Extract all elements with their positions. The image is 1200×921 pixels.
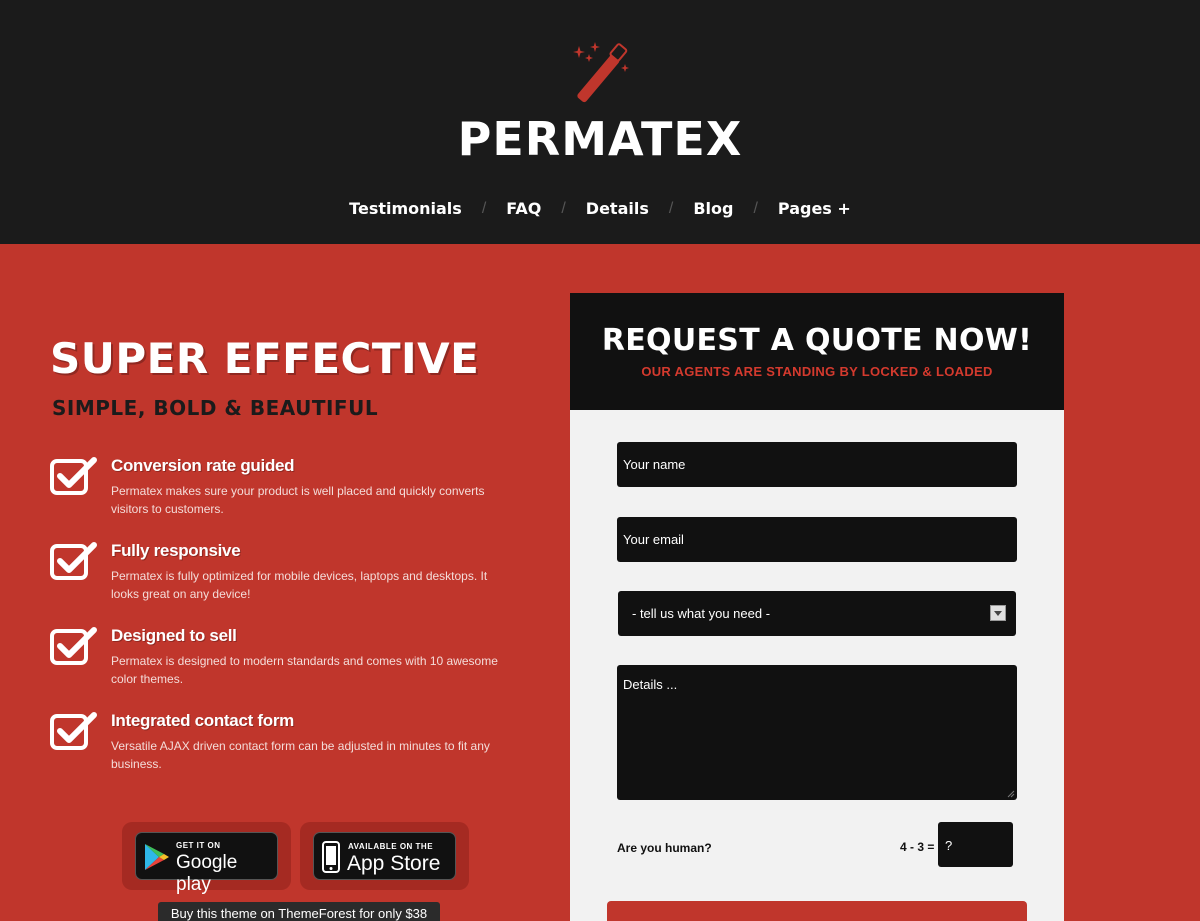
email-placeholder: Your email xyxy=(623,532,684,547)
nav-item-faq[interactable]: FAQ xyxy=(506,197,541,220)
nav-separator: / xyxy=(668,199,674,217)
google-play-small-text: GET IT ON xyxy=(176,841,221,850)
nav-separator: / xyxy=(481,199,487,217)
feature-description: Permatex is fully optimized for mobile d… xyxy=(111,569,488,601)
iphone-icon xyxy=(322,841,340,873)
brand-logo-text: PERMATEX xyxy=(457,112,743,166)
captcha-question: 4 - 3 = xyxy=(900,840,935,854)
need-select-value: - tell us what you need - xyxy=(632,606,771,621)
get-quote-button[interactable] xyxy=(607,901,1027,921)
feature-description: Permatex is designed to modern standards… xyxy=(111,654,498,686)
chevron-down-icon xyxy=(990,605,1006,621)
google-play-button[interactable]: GET IT ON Google play xyxy=(122,822,291,895)
resize-handle-icon[interactable] xyxy=(1007,790,1015,798)
feature-description: Permatex makes sure your product is well… xyxy=(111,484,485,516)
name-placeholder: Your name xyxy=(623,457,686,472)
nav-separator: / xyxy=(561,199,566,217)
feature-title: Designed to sell xyxy=(111,626,237,645)
feature-description: Versatile AJAX driven contact form can b… xyxy=(111,739,490,771)
captcha-input[interactable]: ? xyxy=(938,822,1013,867)
quote-subtitle: OUR AGENTS ARE STANDING BY LOCKED & LOAD… xyxy=(641,364,993,379)
app-store-small-text: AVAILABLE ON THE xyxy=(348,842,434,851)
nav-item-testimonials[interactable]: Testimonials xyxy=(349,197,462,220)
google-play-big-text: Google play xyxy=(176,852,238,895)
checkbox-check-icon xyxy=(50,542,97,580)
site-header: PERMATEX Testimonials / FAQ / Details / … xyxy=(0,0,1200,244)
nav-item-blog[interactable]: Blog xyxy=(693,197,733,220)
app-store-badge: AVAILABLE ON THE App Store xyxy=(313,832,456,880)
feature-title: Conversion rate guided xyxy=(111,456,295,475)
quote-title: REQUEST A QUOTE NOW! xyxy=(601,323,1033,358)
nav-item-details[interactable]: Details xyxy=(586,197,649,220)
details-placeholder: Details ... xyxy=(623,677,678,692)
hero-title: SUPER EFFECTIVE xyxy=(50,334,480,383)
main-nav: Testimonials / FAQ / Details / Blog / Pa… xyxy=(0,197,1200,220)
buy-theme-bar[interactable]: Buy this theme on ThemeForest for only $… xyxy=(158,902,440,921)
email-field[interactable]: Your email xyxy=(617,517,1017,562)
nav-item-pages[interactable]: Pages + xyxy=(778,197,851,220)
google-play-badge: GET IT ON Google play xyxy=(135,832,278,895)
magic-wand-icon xyxy=(573,42,629,103)
app-store-big-text: App Store xyxy=(347,852,441,875)
checkbox-check-icon xyxy=(50,627,97,665)
human-label: Are you human? xyxy=(617,841,712,855)
checkbox-check-icon xyxy=(50,712,97,750)
quote-header: REQUEST A QUOTE NOW! OUR AGENTS ARE STAN… xyxy=(570,293,1064,410)
captcha-placeholder: ? xyxy=(945,838,953,853)
hero-subtitle: SIMPLE, BOLD & BEAUTIFUL xyxy=(52,396,379,420)
need-select[interactable]: - tell us what you need - xyxy=(618,591,1016,636)
checkbox-check-icon xyxy=(50,457,97,495)
feature-title: Integrated contact form xyxy=(111,711,294,730)
nav-separator: / xyxy=(753,199,758,217)
google-play-icon xyxy=(145,844,169,870)
name-field[interactable]: Your name xyxy=(617,442,1017,487)
details-textarea[interactable]: Details ... xyxy=(617,665,1017,800)
app-store-button[interactable]: AVAILABLE ON THE App Store xyxy=(300,822,469,890)
feature-title: Fully responsive xyxy=(111,541,241,560)
